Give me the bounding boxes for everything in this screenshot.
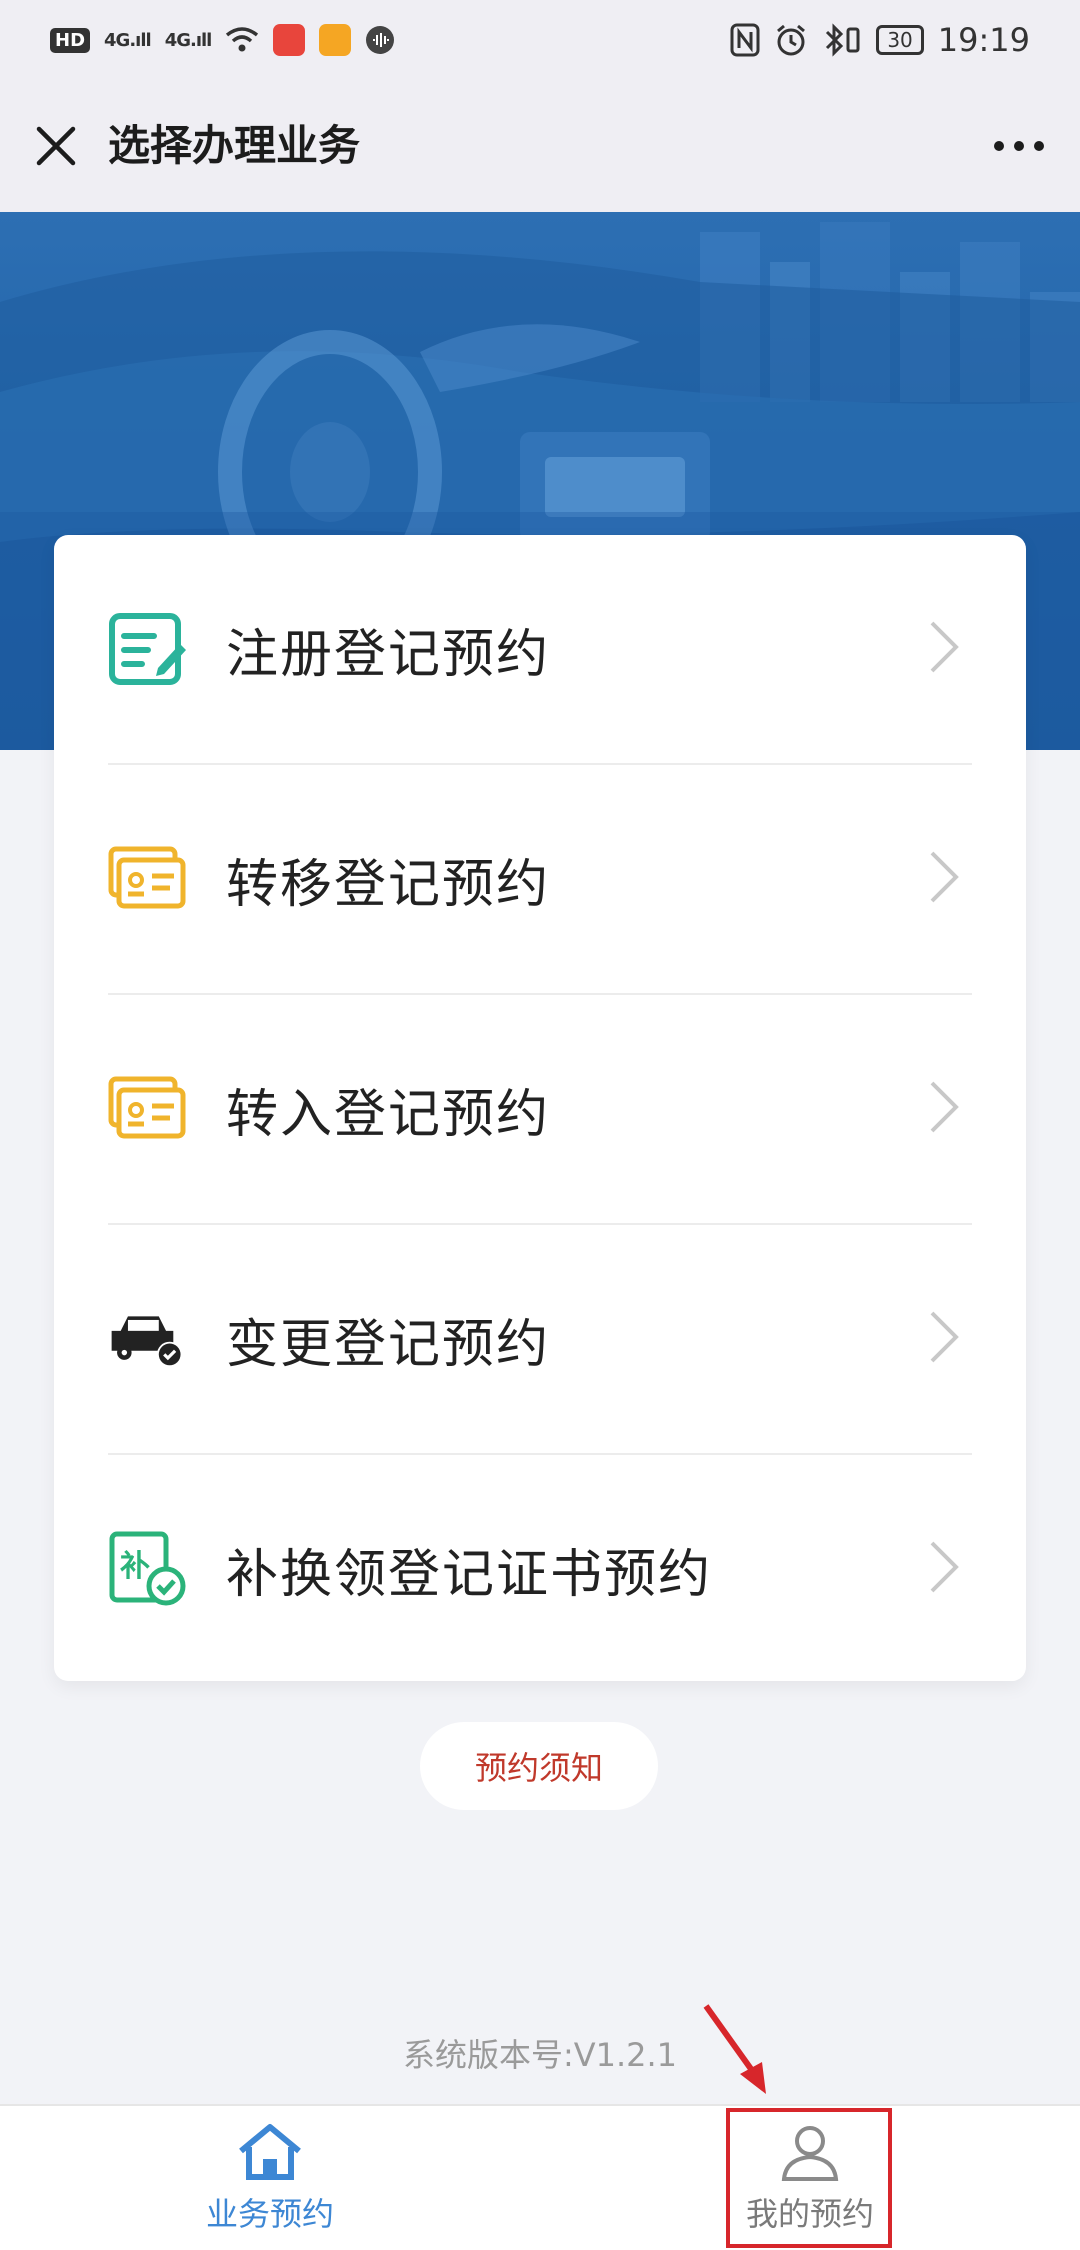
chevron-right-icon <box>930 851 959 903</box>
bottom-tab-bar: 业务预约 我的预约 <box>0 2104 1080 2250</box>
chevron-right-icon <box>930 1311 959 1363</box>
business-menu-card: 注册登记预约 转移登记预约 转入登记预约 变更登记预约 补 补换领登记证书预约 <box>54 535 1026 1681</box>
chevron-right-icon <box>930 621 959 673</box>
certificate-check-icon: 补 <box>108 1530 186 1608</box>
battery-indicator: 30 <box>876 25 924 55</box>
menu-label: 补换领登记证书预约 <box>226 1544 713 1605</box>
clock: 19:19 <box>937 21 1030 59</box>
tab-my-appointments[interactable]: 我的预约 <box>660 2106 960 2250</box>
nfc-icon <box>730 23 760 57</box>
network-type-2: 4G <box>164 29 191 51</box>
home-icon <box>239 2124 301 2180</box>
car-check-icon <box>108 1300 186 1378</box>
chevron-right-icon <box>930 1541 959 1593</box>
tab-business-appointment[interactable]: 业务预约 <box>120 2106 420 2250</box>
status-bar: HD 4G.ıll 4G.ıll 30 19:19 <box>0 0 1080 80</box>
download-app-icon <box>319 24 352 56</box>
appointment-notice-button[interactable]: 预约须知 <box>420 1722 658 1810</box>
close-button[interactable] <box>26 116 86 176</box>
wifi-icon <box>226 27 259 52</box>
menu-item-certificate[interactable]: 补 补换领登记证书预约 <box>108 1455 972 1681</box>
network-type-1: 4G <box>104 29 130 51</box>
menu-label: 转移登记预约 <box>226 854 551 915</box>
page-title: 选择办理业务 <box>108 121 361 170</box>
id-card-icon <box>108 840 186 918</box>
status-left: HD 4G.ıll 4G.ıll <box>50 24 395 56</box>
status-right: 30 19:19 <box>730 21 1030 59</box>
bluetooth-vibrate-icon <box>826 23 860 57</box>
top-navigation: 选择办理业务 <box>0 80 1080 212</box>
signal-icon-1: 4G.ıll <box>104 29 152 51</box>
menu-item-change[interactable]: 变更登记预约 <box>108 1225 972 1453</box>
annotation-arrow-icon <box>703 2004 766 2094</box>
menu-item-transfer-in[interactable]: 转入登记预约 <box>108 995 972 1223</box>
signal-icon-2: 4G.ıll <box>164 29 213 51</box>
chevron-right-icon <box>930 1081 959 1133</box>
menu-label: 注册登记预约 <box>226 624 551 685</box>
menu-item-transfer[interactable]: 转移登记预约 <box>108 765 972 993</box>
user-icon <box>781 2126 839 2181</box>
app-store-icon <box>273 24 306 56</box>
more-dots-icon <box>994 141 1044 151</box>
more-options-button[interactable] <box>984 116 1054 176</box>
tab-label: 业务预约 <box>205 2195 334 2233</box>
menu-label: 变更登记预约 <box>226 1314 551 1375</box>
edit-form-icon <box>108 610 186 688</box>
svg-text:补: 补 <box>120 1549 150 1584</box>
id-card-icon <box>108 1070 186 1148</box>
hd-indicator: HD <box>50 27 91 53</box>
voice-assistant-icon <box>366 26 395 54</box>
alarm-icon <box>777 24 806 56</box>
tab-label: 我的预约 <box>745 2195 874 2233</box>
menu-item-registration[interactable]: 注册登记预约 <box>108 535 972 763</box>
menu-label: 转入登记预约 <box>226 1084 551 1145</box>
version-text: 系统版本号:V1.2.1 <box>402 2036 678 2074</box>
close-icon <box>36 126 76 166</box>
